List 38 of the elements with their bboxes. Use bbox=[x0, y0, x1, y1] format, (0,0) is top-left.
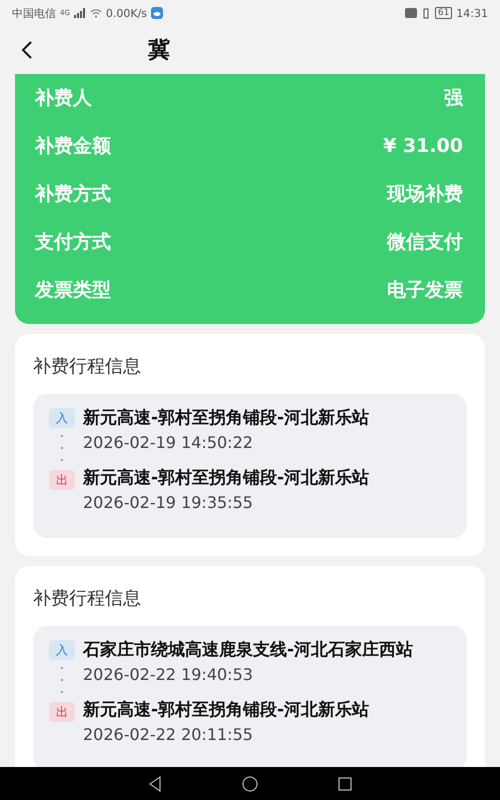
page-title: 冀 bbox=[148, 37, 170, 65]
pass-time: 2026-02-19 19:35:55 bbox=[83, 492, 254, 514]
summary-value: 电子发票 bbox=[387, 278, 463, 303]
hd-icon bbox=[404, 8, 417, 18]
recent-apps-icon[interactable] bbox=[338, 776, 352, 790]
back-nav-icon[interactable] bbox=[148, 776, 162, 792]
summary-value: 微信支付 bbox=[387, 230, 463, 255]
summary-label: 支付方式 bbox=[35, 230, 111, 255]
summary-value: 强 bbox=[444, 86, 463, 111]
pass-time: 2026-02-22 20:11:55 bbox=[83, 724, 254, 746]
card-title: 补费行程信息 bbox=[33, 355, 142, 378]
signal-icon bbox=[74, 8, 86, 18]
entry-tag: 入 bbox=[49, 408, 75, 428]
carrier-name: 中国电信 bbox=[12, 6, 56, 20]
wifi-icon bbox=[90, 8, 102, 18]
summary-label: 发票类型 bbox=[35, 278, 111, 303]
vibrate-icon bbox=[420, 8, 431, 18]
summary-label: 补费金额 bbox=[35, 134, 111, 159]
station-name: 新元高速-郭村至拐角铺段-河北新乐站 bbox=[83, 467, 370, 490]
card-title: 补费行程信息 bbox=[33, 587, 142, 610]
station-name: 新元高速-郭村至拐角铺段-河北新乐站 bbox=[83, 699, 370, 722]
cloud-icon bbox=[151, 7, 164, 19]
clock-time: 14:31 bbox=[456, 6, 488, 20]
summary-value: ¥ 31.00 bbox=[383, 135, 463, 157]
entry-tag: 入 bbox=[49, 640, 75, 660]
back-icon bbox=[20, 40, 34, 60]
station-name: 石家庄市绕城高速鹿泉支线-河北石家庄西站 bbox=[83, 639, 414, 662]
home-nav-icon[interactable] bbox=[242, 776, 258, 792]
exit-tag: 出 bbox=[49, 702, 75, 722]
battery-level: 61 bbox=[434, 7, 452, 19]
pass-time: 2026-02-22 19:40:53 bbox=[83, 664, 254, 686]
summary-value: 现场补费 bbox=[387, 182, 463, 207]
network-speed: 0.00K/s bbox=[106, 6, 148, 20]
exit-tag: 出 bbox=[49, 470, 75, 490]
summary-label: 补费人 bbox=[35, 86, 92, 111]
pass-time: 2026-02-19 14:50:22 bbox=[83, 432, 254, 454]
station-name: 新元高速-郭村至拐角铺段-河北新乐站 bbox=[83, 407, 370, 430]
summary-label: 补费方式 bbox=[35, 182, 111, 207]
